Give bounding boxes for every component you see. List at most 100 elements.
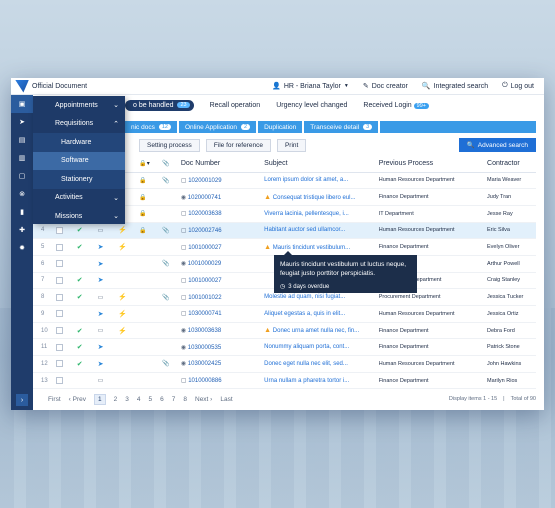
trash-icon[interactable]: ▮	[11, 203, 33, 221]
doc-number-link[interactable]: 1030002425	[188, 361, 221, 367]
tab-transceive-detail[interactable]: Transceive detail 3	[304, 121, 379, 133]
menu-item-appointments[interactable]: Appointments ⌄	[33, 96, 125, 115]
menu-item-requisitions[interactable]: Requisitions ⌃	[33, 115, 125, 134]
tab-label: Online Application	[184, 123, 238, 131]
last-page-button[interactable]: Last	[220, 396, 232, 403]
first-page-button[interactable]: First	[48, 396, 61, 403]
inbox-icon[interactable]: ▢	[11, 167, 33, 185]
subject-link[interactable]: Mauris tincidunt vestibulum...	[273, 245, 350, 251]
row-checkbox[interactable]	[55, 310, 63, 318]
row-checkbox[interactable]	[55, 343, 63, 351]
subject-link[interactable]: Habitant auctor sed ullamcor...	[264, 227, 345, 233]
doc-number-link[interactable]: 1010000886	[188, 378, 221, 384]
doc-number-link[interactable]: 1001000027	[188, 278, 221, 284]
subject-link[interactable]: Lorem ipsum dolor sit amet, a...	[264, 177, 348, 183]
doc-number-link[interactable]: 1030000741	[188, 311, 221, 317]
menu-item-software[interactable]: Software	[33, 151, 125, 170]
menu-item-missions[interactable]: Missions ⌄	[33, 207, 125, 226]
table-row[interactable]: 10 ✔ ▭ ⚡ ◉ 1030003638 ▲ Donec urna amet …	[33, 322, 536, 340]
tab-recall-operation[interactable]: Recall operation	[210, 102, 261, 109]
document-icon[interactable]: ▤	[11, 131, 33, 149]
menu-item-activities[interactable]: Activities ⌄	[33, 189, 125, 208]
column-previous-process[interactable]: Previous Process	[378, 156, 488, 173]
doc-number-link[interactable]: 1020003638	[188, 211, 221, 217]
file-for-reference-button[interactable]: File for reference	[205, 138, 271, 152]
table-row[interactable]: 12 ✔ ➤ 📎 ◉ 1030002425 Donec eget nulla n…	[33, 355, 536, 373]
contractor-cell: Marilyn Rios	[487, 372, 536, 390]
tab-urgency-level[interactable]: Urgency level changed	[276, 102, 347, 109]
row-checkbox[interactable]	[55, 293, 63, 301]
prev-page-button[interactable]: ‹ Prev	[69, 396, 86, 403]
tab-duplication[interactable]: Duplication	[258, 121, 303, 133]
column-doc-number[interactable]: Doc Number	[180, 156, 265, 173]
column-contractor[interactable]: Contractor	[487, 156, 536, 173]
subject-link[interactable]: Nonummy aliquam porta, cont...	[264, 344, 349, 350]
send-icon[interactable]: ➤	[11, 113, 33, 131]
page-4[interactable]: 4	[137, 396, 141, 403]
wrench-icon[interactable]: ✚	[11, 221, 33, 239]
dropdown-menu: Appointments ⌄ Requisitions ⌃ Hardware Sof…	[33, 96, 125, 224]
print-button[interactable]: Print	[276, 138, 307, 152]
page-1[interactable]: 1	[94, 393, 106, 405]
menu-item-hardware[interactable]: Hardware	[33, 133, 125, 152]
table-row[interactable]: 9 ➤ ⚡ ▢ 1030000741 Aliquet egestas a, qu…	[33, 305, 536, 323]
contractor-cell: Eric Silva	[487, 222, 536, 240]
page-8[interactable]: 8	[183, 396, 187, 403]
doc-number-link[interactable]: 1001000027	[188, 245, 221, 251]
table-row[interactable]: 11 ✔ ➤ ◉ 1030000535 Nonummy aliquam port…	[33, 338, 536, 357]
comment-icon: ▢	[180, 244, 187, 251]
row-checkbox[interactable]	[55, 226, 63, 234]
page-6[interactable]: 6	[160, 396, 164, 403]
subject-link[interactable]: Urna nullam a pharetra tortor i...	[264, 378, 349, 384]
integrated-search-button[interactable]: 🔍 Integrated search	[422, 82, 488, 91]
menu-item-stationery[interactable]: Stationery	[33, 170, 125, 189]
doc-number-link[interactable]: 1020000741	[188, 195, 221, 201]
home-icon[interactable]: ▣	[11, 95, 33, 113]
gear-icon[interactable]: ✹	[11, 239, 33, 257]
logout-button[interactable]: ⏻ Log out	[502, 82, 534, 90]
send-icon: ➤	[97, 260, 104, 268]
page-5[interactable]: 5	[149, 396, 153, 403]
doc-number-link[interactable]: 1020001029	[188, 178, 221, 184]
doc-number-link[interactable]: 1001001022	[188, 295, 221, 301]
doc-number-link[interactable]: 1001000029	[188, 261, 221, 267]
row-checkbox[interactable]	[55, 276, 63, 284]
doc-number-link[interactable]: 1030003638	[188, 328, 221, 334]
total-text: Total of 90	[510, 396, 536, 402]
cancel-icon[interactable]: ⊗	[11, 185, 33, 203]
column-subject[interactable]: Subject	[264, 156, 379, 173]
doc-type-tabs: nic docs 12 Online Application 2 Duplicati…	[125, 121, 536, 133]
tab-received-login[interactable]: Received Login 99+	[363, 102, 429, 109]
tab-online-application[interactable]: Online Application 2	[178, 121, 257, 133]
doc-creator-button[interactable]: ✎ Doc creator	[363, 82, 408, 91]
tab-to-be-handled[interactable]: o be handled 23	[125, 99, 194, 111]
row-checkbox[interactable]	[55, 360, 63, 368]
pagination-info: Display items 1 - 15 | Total of 90	[449, 396, 536, 402]
user-menu[interactable]: 👤 HR - Briana Taylor ▼	[272, 82, 349, 91]
table-row[interactable]: 13 ▭ ▢ 1010000886 Urna nullam a pharetra…	[33, 372, 536, 390]
page-3[interactable]: 3	[125, 396, 129, 403]
next-page-button[interactable]: Next ›	[195, 396, 212, 403]
advanced-search-button[interactable]: 🔍 Advanced search	[458, 138, 536, 152]
subject-link[interactable]: Donec eget nulla nec elit, sed...	[264, 361, 348, 367]
subject-link[interactable]: Molestie ad quam, nisi fugiat...	[264, 294, 345, 300]
subject-link[interactable]: Viverra lacinia, pellentesque, i...	[264, 211, 349, 217]
subject-link[interactable]: Consequat tristique libero eul...	[273, 195, 356, 201]
paperclip-icon[interactable]: 📎	[162, 161, 169, 167]
row-checkbox[interactable]	[55, 260, 63, 268]
subject-link[interactable]: Aliquet egestas a, quis in elit...	[264, 311, 345, 317]
archive-icon[interactable]: ▥	[11, 149, 33, 167]
row-number: 6	[33, 255, 56, 273]
setting-process-button[interactable]: Setting process	[139, 138, 200, 152]
page-2[interactable]: 2	[114, 396, 118, 403]
doc-number-link[interactable]: 1020002746	[188, 228, 221, 234]
row-checkbox[interactable]	[55, 243, 63, 251]
row-checkbox[interactable]	[55, 377, 63, 385]
row-checkbox[interactable]	[55, 326, 63, 334]
subject-link[interactable]: Donec urna amet nulla nec, fin...	[273, 328, 359, 334]
tab-nic-docs[interactable]: nic docs 12	[125, 121, 177, 133]
page-7[interactable]: 7	[172, 396, 176, 403]
doc-number-link[interactable]: 1030000535	[188, 345, 221, 351]
lock-icon[interactable]: 🔒▾	[139, 161, 149, 167]
expand-sidebar-icon[interactable]: ›	[16, 394, 28, 406]
